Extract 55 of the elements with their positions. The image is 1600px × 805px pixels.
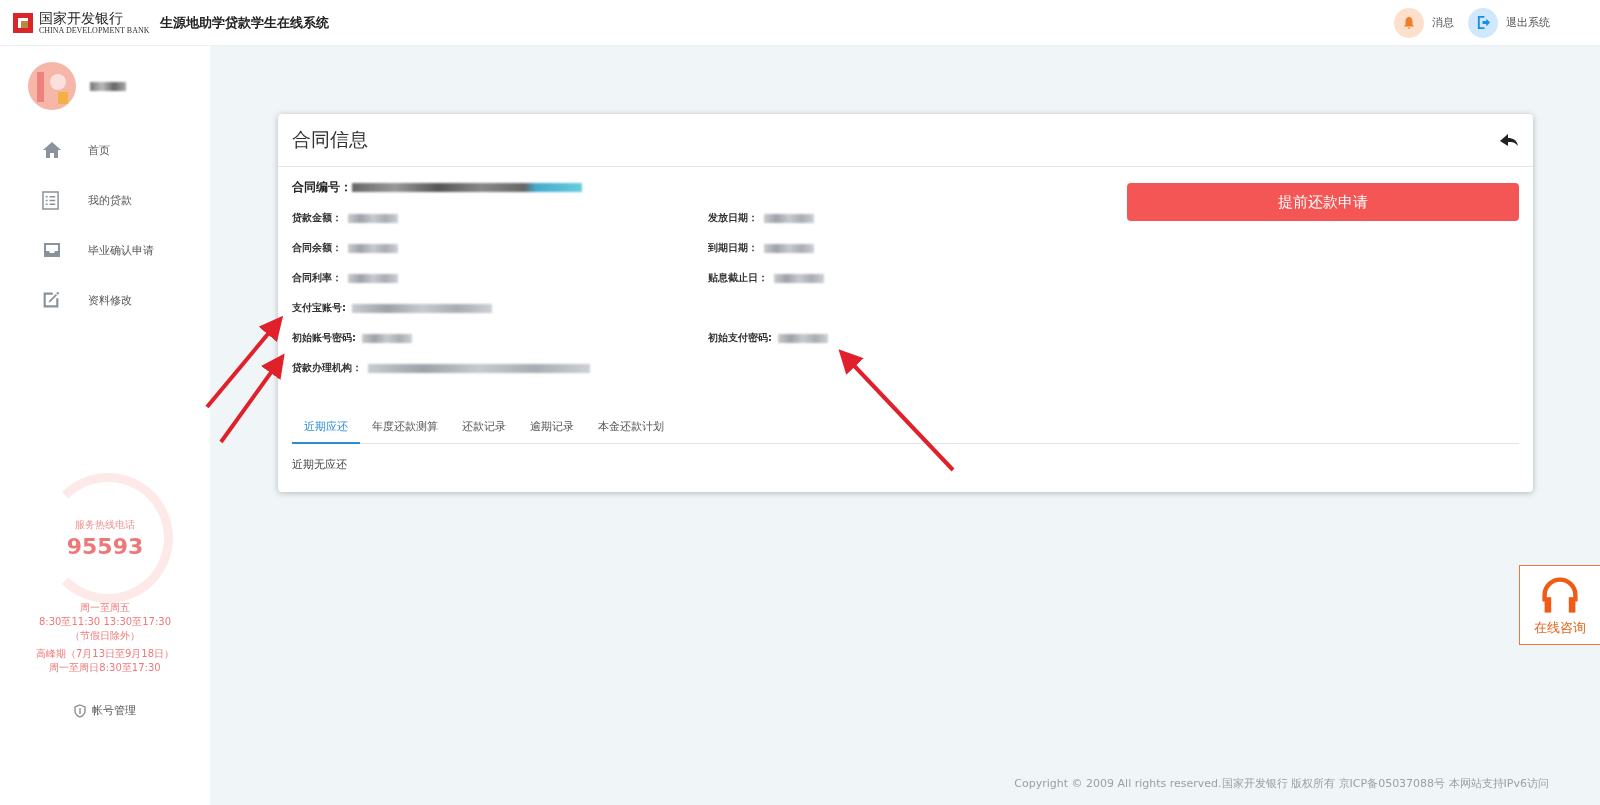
field-label: 支付宝账号: [292, 301, 346, 315]
shield-icon [74, 703, 86, 718]
field-label: 贷款金额： [292, 211, 342, 225]
field-label: 贷款办理机构： [292, 361, 362, 375]
tab[interactable]: 还款记录 [450, 419, 518, 444]
blurred-value [774, 273, 824, 283]
online-consult-button[interactable]: 在线咨询 [1519, 565, 1600, 645]
field-label: 初始支付密码: [708, 331, 772, 345]
blurred-value [764, 213, 814, 223]
nav-item[interactable]: 首页 [42, 140, 210, 160]
nav-item[interactable]: 毕业确认申请 [42, 240, 210, 260]
blurred-username [90, 81, 126, 91]
logout-icon [1475, 15, 1491, 30]
list-icon [42, 190, 59, 210]
blurred-value [348, 243, 398, 253]
blurred-value [778, 333, 828, 343]
contract-number-label: 合同编号： [292, 178, 352, 196]
hotline-title: 服务热线电话 [75, 517, 135, 532]
card-title: 合同信息 [292, 127, 368, 152]
blurred-value [348, 273, 398, 283]
tab[interactable]: 本金还款计划 [586, 419, 676, 444]
bell-icon [1402, 15, 1416, 30]
service-hours-text: 周一至周日8:30至17:30 [49, 661, 161, 675]
tab-content-text: 近期无应还 [291, 457, 348, 473]
blurred-value [362, 333, 412, 343]
field-label: 合同余额： [292, 241, 342, 255]
blurred-value [348, 213, 398, 223]
system-title: 生源地助学贷款学生在线系统 [159, 13, 329, 32]
home-icon [42, 141, 62, 159]
service-hours-text: 8:30至11:30 13:30至17:30 [38, 615, 172, 629]
hotline-number: 95593 [66, 533, 144, 559]
back-arrow-icon[interactable] [1499, 132, 1519, 148]
avatar-icon [28, 62, 76, 110]
service-hours-text: 周一至周五 [80, 601, 130, 615]
bank-name-english: CHINA DEVELOPMENT BANK [39, 26, 150, 35]
field-label: 到期日期： [708, 241, 758, 255]
nav-item[interactable]: 资料修改 [42, 290, 210, 310]
logout-button[interactable]: 退出系统 [1468, 7, 1550, 38]
copyright-text: Copyright © 2009 All rights reserved.国家开发银行 版权所有 京ICP备05037088号 本网站支持IPv6访问 [1014, 776, 1549, 791]
field-label: 贴息截止日： [708, 271, 768, 285]
service-hours-text: （节假日除外） [70, 629, 140, 643]
tab[interactable]: 逾期记录 [518, 419, 586, 444]
logo-icon [13, 12, 33, 33]
tab[interactable]: 近期应还 [292, 419, 360, 444]
bank-name: 国家开发银行 [39, 10, 124, 26]
field-label: 初始账号密码: [292, 331, 356, 345]
blurred-value [764, 243, 814, 253]
inbox-icon [42, 241, 62, 259]
edit-icon [42, 291, 60, 309]
service-hours-text: 高峰期（7月13日至9月18日） [35, 647, 175, 661]
field-label: 合同利率： [292, 271, 342, 285]
tab[interactable]: 年度还款测算 [360, 419, 450, 444]
field-label: 发放日期： [708, 211, 758, 225]
nav-item[interactable]: 我的贷款 [42, 190, 210, 210]
account-link[interactable]: 帐号管理 [74, 703, 136, 718]
